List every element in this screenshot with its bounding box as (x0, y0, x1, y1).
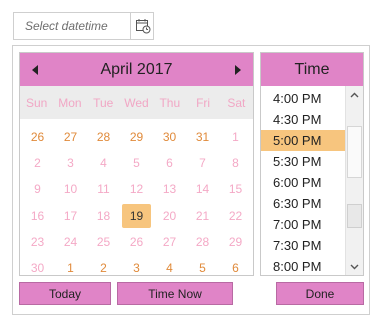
day-cell[interactable]: 22 (221, 204, 250, 228)
day-cell[interactable]: 3 (122, 256, 151, 280)
scrollbar-thumb[interactable] (347, 126, 362, 178)
day-cell[interactable]: 17 (56, 204, 85, 228)
day-cell[interactable]: 24 (56, 230, 85, 254)
weekday-label: Mon (58, 95, 82, 110)
day-cell[interactable]: 6 (155, 151, 184, 175)
day-cell[interactable]: 29 (122, 125, 151, 149)
weekday-label: Fri (196, 95, 211, 110)
calendar-clock-icon[interactable] (130, 13, 154, 39)
next-month-button[interactable] (225, 53, 251, 86)
time-option[interactable]: 6:00 PM (261, 172, 345, 193)
time-header: Time (261, 53, 363, 86)
scroll-up-button[interactable] (346, 86, 363, 103)
time-option[interactable]: 4:00 PM (261, 88, 345, 109)
scrollbar-track-segment (347, 204, 362, 228)
day-cell[interactable]: 28 (89, 125, 118, 149)
day-cell[interactable]: 23 (23, 230, 52, 254)
weekday-label: Thu (159, 95, 181, 110)
time-option[interactable]: 8:00 PM (261, 256, 345, 275)
day-cell[interactable]: 10 (56, 177, 85, 201)
day-cell[interactable]: 4 (89, 151, 118, 175)
time-now-button[interactable]: Time Now (117, 282, 233, 305)
day-cell[interactable]: 26 (122, 230, 151, 254)
time-list: 4:00 PM 4:30 PM 5:00 PM 5:30 PM 6:00 PM 6:30 … (261, 88, 345, 275)
day-cell[interactable]: 4 (155, 256, 184, 280)
day-cell[interactable]: 11 (89, 177, 118, 201)
day-cell[interactable]: 2 (23, 151, 52, 175)
day-cell[interactable]: 1 (221, 125, 250, 149)
time-option[interactable]: 7:00 PM (261, 214, 345, 235)
weekday-label: Sun (25, 95, 48, 110)
caret-right-icon (235, 64, 241, 75)
day-cell[interactable]: 16 (23, 204, 52, 228)
day-cell[interactable]: 26 (23, 125, 52, 149)
done-button[interactable]: Done (276, 282, 364, 305)
day-cell[interactable]: 30 (155, 125, 184, 149)
weekday-label: Sat (227, 95, 246, 110)
day-cell[interactable]: 6 (221, 256, 250, 280)
day-cell-selected[interactable]: 19 (122, 203, 151, 228)
calendar-panel: April 2017 Sun Mon Tue Wed Thu Fri Sat 2… (19, 52, 254, 276)
day-cell[interactable]: 18 (89, 204, 118, 228)
scroll-down-button[interactable] (346, 258, 363, 275)
day-cell[interactable]: 2 (89, 256, 118, 280)
day-cell[interactable]: 8 (221, 151, 250, 175)
day-grid: 26 27 28 29 30 31 1 2 3 4 5 6 7 8 9 10 11 12 13 14 15 16 17 18 1… (21, 124, 252, 276)
day-cell[interactable]: 9 (23, 177, 52, 201)
day-cell[interactable]: 5 (122, 151, 151, 175)
weekday-header: Sun Mon Tue Wed Thu Fri Sat (20, 86, 253, 119)
weekday-label: Tue (93, 95, 114, 110)
day-cell[interactable]: 31 (188, 125, 217, 149)
chevron-up-icon (350, 92, 359, 97)
calendar-header: April 2017 (20, 53, 253, 86)
datetime-field[interactable] (14, 13, 130, 39)
time-option[interactable]: 7:30 PM (261, 235, 345, 256)
day-cell[interactable]: 25 (89, 230, 118, 254)
time-scrollbar[interactable] (345, 86, 363, 275)
day-cell[interactable]: 12 (122, 177, 151, 201)
day-cell[interactable]: 29 (221, 230, 250, 254)
chevron-down-icon (350, 264, 359, 269)
datetime-input[interactable] (13, 12, 154, 40)
caret-left-icon (32, 64, 38, 75)
day-cell[interactable]: 1 (56, 256, 85, 280)
time-option-selected[interactable]: 5:00 PM (261, 130, 345, 151)
day-cell[interactable]: 30 (23, 256, 52, 280)
time-option[interactable]: 4:30 PM (261, 109, 345, 130)
time-option[interactable]: 6:30 PM (261, 193, 345, 214)
today-button[interactable]: Today (19, 282, 111, 305)
day-cell[interactable]: 5 (188, 256, 217, 280)
day-cell[interactable]: 7 (188, 151, 217, 175)
day-cell[interactable]: 27 (155, 230, 184, 254)
day-cell[interactable]: 15 (221, 177, 250, 201)
prev-month-button[interactable] (22, 53, 48, 86)
day-cell[interactable]: 13 (155, 177, 184, 201)
time-option[interactable]: 5:30 PM (261, 151, 345, 172)
month-title[interactable]: April 2017 (100, 61, 172, 79)
time-panel: Time 4:00 PM 4:30 PM 5:00 PM 5:30 PM 6:00 PM… (260, 52, 364, 276)
day-cell[interactable]: 27 (56, 125, 85, 149)
day-cell[interactable]: 14 (188, 177, 217, 201)
day-cell[interactable]: 20 (155, 204, 184, 228)
day-cell[interactable]: 21 (188, 204, 217, 228)
weekday-label: Wed (124, 95, 149, 110)
day-cell[interactable]: 3 (56, 151, 85, 175)
day-cell[interactable]: 28 (188, 230, 217, 254)
